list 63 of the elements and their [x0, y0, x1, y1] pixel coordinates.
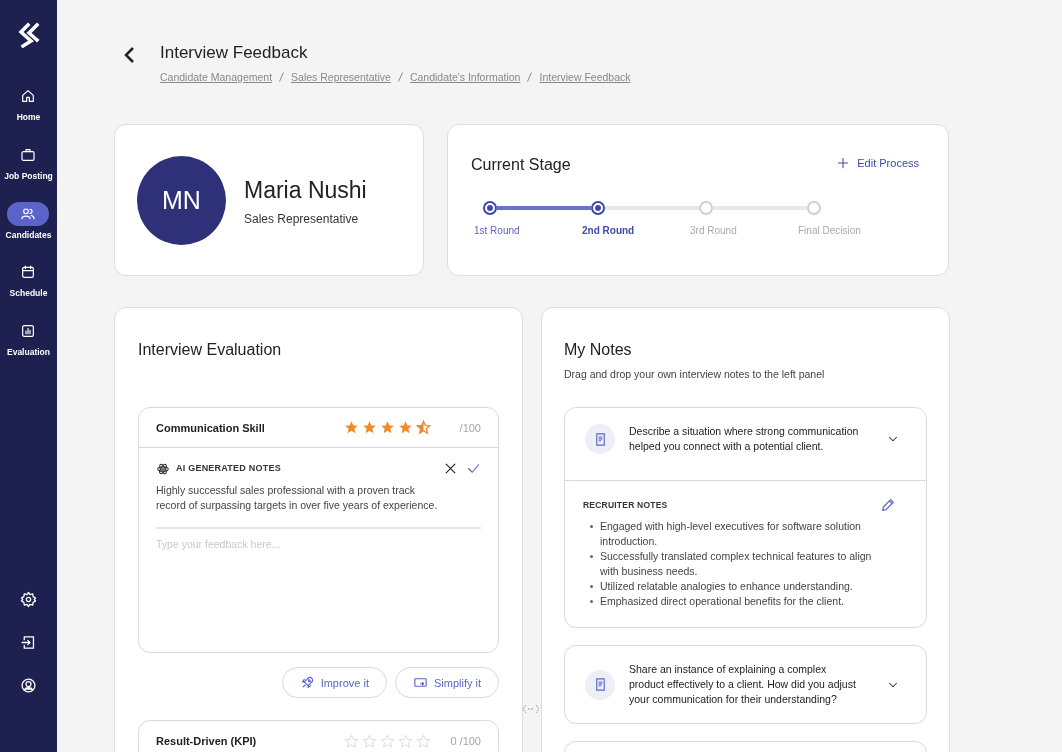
star-icon[interactable]	[416, 733, 431, 749]
avatar: MN	[137, 155, 226, 245]
star-icon[interactable]	[380, 733, 395, 749]
slash-icon	[279, 71, 285, 82]
star-icon[interactable]	[380, 420, 395, 436]
bullet-icon	[590, 585, 593, 588]
sidebar-item[interactable]: Job Posting	[4, 142, 53, 183]
slash-icon	[397, 71, 403, 82]
step-label: Final Decision	[798, 224, 861, 239]
candidate-name: Maria Nushi	[244, 176, 367, 205]
score-text: 0 /100	[449, 734, 481, 749]
profile-icon[interactable]	[20, 677, 37, 694]
document-icon	[585, 669, 615, 700]
candidate-role: Sales Representative	[244, 210, 360, 228]
recruiter-notes-label: RECRUITER NOTES	[583, 498, 668, 512]
ai-notes-label: AI GENERATED NOTES	[176, 462, 282, 475]
pencil-icon[interactable]	[880, 497, 896, 513]
sidebar-item[interactable]: Evaluation	[7, 319, 50, 359]
note-item: Successfully translated complex technical features to align with business needs.	[600, 549, 873, 579]
sidebar-item[interactable]: Home	[7, 84, 50, 124]
criterion-name: Communication Skill	[156, 420, 266, 436]
briefcase-icon	[20, 146, 37, 163]
step-label: 1st Round	[474, 224, 520, 239]
card-title: Current Stage	[471, 155, 571, 176]
criterion-name: Result-Driven (KPI)	[156, 734, 258, 749]
atom-icon	[156, 461, 170, 476]
document-icon	[585, 424, 615, 454]
star-icon[interactable]	[344, 733, 359, 749]
sidebar-item[interactable]: Schedule	[7, 260, 50, 300]
star-icon[interactable]	[398, 420, 413, 436]
bullet-icon	[590, 555, 593, 558]
people-icon	[20, 205, 37, 222]
resize-handle-icon[interactable]	[522, 704, 540, 715]
note-item: Utilized relatable analogies to enhance understanding.	[600, 579, 853, 594]
plus-icon	[836, 156, 851, 171]
slash-icon	[527, 71, 533, 82]
step-label: 2nd Round	[582, 224, 635, 239]
logo-icon	[16, 22, 41, 48]
star-icon[interactable]	[344, 420, 359, 436]
panel-title: Interview Evaluation	[138, 340, 283, 361]
star-icon[interactable]	[362, 733, 377, 749]
ai-note-text: Highly successful sales professional with a proven track record of surpassing targets in over five years of experience.	[156, 483, 439, 514]
chart-icon	[20, 323, 37, 339]
note-item: Engaged with high-level executives for software solution introduction.	[600, 519, 862, 549]
step-label: 3rd Round	[690, 224, 737, 239]
star-icon[interactable]	[416, 420, 431, 436]
page-title: Interview Feedback	[160, 42, 309, 64]
calendar-icon	[20, 264, 37, 281]
question-text: Describe a situation where strong communication helped you connect with a potential client.	[629, 424, 860, 454]
panel-title: My Notes	[564, 340, 633, 361]
logout-icon[interactable]	[20, 634, 37, 651]
rocket-icon	[299, 675, 315, 691]
question-text: Share an instance of explaining a complex product effectively to a client. How did you adjust your communication for their understanding?	[629, 662, 857, 707]
score-text: /100	[458, 420, 481, 436]
panel-subtitle: Drag and drop your own interview notes to the left panel	[564, 367, 826, 383]
star-icon[interactable]	[398, 733, 413, 749]
home-icon	[20, 88, 37, 104]
bullet-icon	[590, 525, 593, 528]
bullet-icon	[590, 600, 593, 603]
edit-process-button[interactable]: Edit Process	[836, 155, 919, 172]
note-item: Emphasized direct operational benefits for the client.	[600, 594, 844, 609]
settings-icon[interactable]	[20, 591, 37, 608]
star-icon[interactable]	[362, 420, 377, 436]
